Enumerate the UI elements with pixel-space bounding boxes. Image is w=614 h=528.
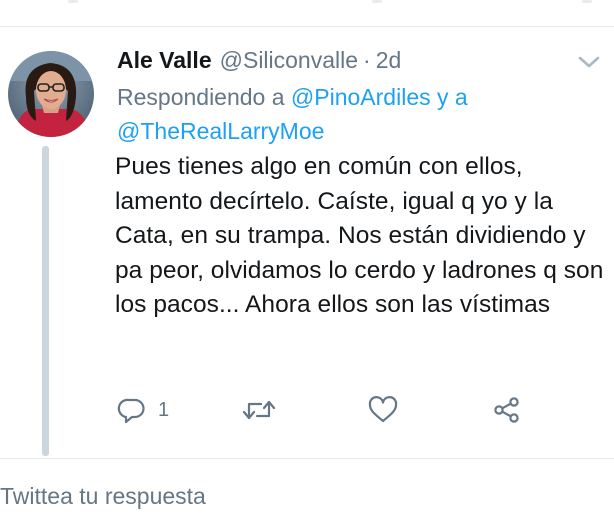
tweet-actions: 1 [117,390,537,430]
author-name[interactable]: Ale Valle [117,47,212,74]
reply-button[interactable]: 1 [117,390,169,430]
divider [0,458,614,459]
mention-link[interactable]: @PinoArdiles [291,84,431,110]
truncated-icon [68,0,78,3]
reply-composer[interactable]: Twittea tu respuesta [0,483,206,510]
truncated-icon [582,0,592,3]
heart-icon [367,395,399,425]
retweet-button[interactable] [242,390,276,430]
reply-icon [117,395,147,425]
avatar[interactable] [8,51,94,137]
separator-dot: · [363,46,371,73]
reply-count: 1 [158,398,170,421]
avatar-image [8,51,94,137]
like-button[interactable] [367,390,399,430]
mention-link[interactable]: @TheRealLarryMoe [117,118,324,144]
chevron-down-icon[interactable] [576,53,602,71]
previous-tweet-edge [0,0,614,27]
tweet-text: Pues tienes algo en común con ellos, lam… [115,153,604,318]
truncated-icon [372,0,382,3]
thread-line [42,146,49,456]
replying-to-label: Respondiendo a [117,84,285,110]
retweet-icon [242,395,276,425]
tweet-header: Ale Valle @Siliconvalle · 2d [117,43,401,77]
author-handle[interactable]: @Siliconvalle [220,47,358,74]
timestamp[interactable]: 2d [376,47,402,74]
share-button[interactable] [492,390,522,430]
share-icon [492,395,522,425]
mention-joiner[interactable]: y a [437,84,468,110]
replying-to: Respondiendo a @PinoArdiles y a @TheReal… [117,80,577,148]
